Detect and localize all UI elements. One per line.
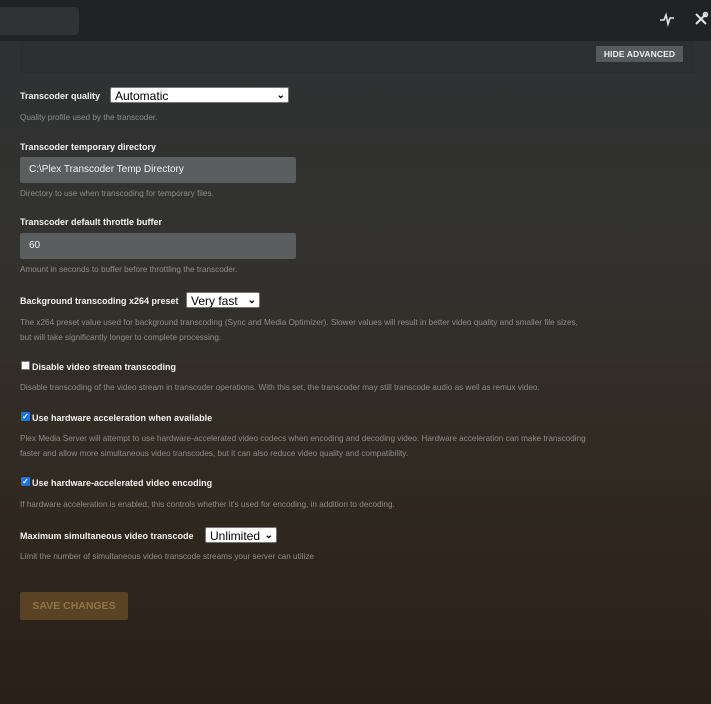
transcoder-quality-help: Quality profile used by the transcoder. (20, 113, 158, 122)
max-transcode-value: Unlimited (210, 529, 261, 543)
search-box[interactable] (0, 7, 79, 35)
temp-directory-input[interactable]: C:\Plex Transcoder Temp Directory (20, 157, 296, 183)
temp-directory-label: Transcoder temporary directory (20, 142, 157, 152)
x264-preset-select[interactable]: Very fast ⌄ (186, 292, 260, 308)
chevron-down-icon: ⌄ (247, 295, 256, 306)
hw-acceleration-label: Use hardware acceleration when available (32, 413, 213, 423)
x264-preset-value: Very fast (191, 294, 238, 308)
save-changes-button[interactable]: SAVE CHANGES (20, 592, 128, 620)
advanced-panel (20, 41, 695, 73)
hw-encoding-label: Use hardware-accelerated video encoding (32, 478, 213, 488)
wrench-screwdriver-icon[interactable] (691, 11, 711, 31)
chevron-down-icon: ⌄ (264, 530, 273, 541)
transcoder-quality-label: Transcoder quality (20, 91, 101, 101)
disable-video-stream-label: Disable video stream transcoding (32, 362, 177, 372)
disable-video-stream-checkbox[interactable] (21, 361, 30, 370)
throttle-buffer-input[interactable]: 60 (20, 233, 296, 259)
x264-preset-help-2: but will take significantly longer to co… (20, 333, 222, 342)
chevron-down-icon: ⌄ (276, 90, 285, 101)
hw-encoding-checkbox[interactable]: ✓ (21, 477, 30, 486)
hw-acceleration-checkbox[interactable]: ✓ (21, 412, 30, 421)
x264-preset-label: Background transcoding x264 preset (20, 296, 179, 306)
hw-acceleration-help-2: faster and allow more simultaneous video… (20, 449, 409, 458)
temp-directory-help: Directory to use when transcoding for te… (20, 189, 214, 198)
checkmark-icon: ✓ (22, 412, 29, 421)
max-transcode-help: Limit the number of simultaneous video t… (20, 552, 314, 561)
max-transcode-select[interactable]: Unlimited ⌄ (205, 527, 277, 543)
transcoder-quality-value: Automatic (115, 89, 169, 103)
activity-icon[interactable] (657, 11, 677, 31)
max-transcode-label: Maximum simultaneous video transcode (20, 531, 194, 541)
hw-encoding-help: If hardware acceleration is enabled, thi… (20, 500, 395, 509)
checkmark-icon: ✓ (22, 477, 29, 486)
throttle-buffer-help: Amount in seconds to buffer before throt… (20, 265, 238, 274)
top-bar (0, 0, 711, 41)
disable-video-stream-help: Disable transcoding of the video stream … (20, 383, 540, 392)
transcoder-quality-select[interactable]: Automatic ⌄ (110, 87, 289, 103)
throttle-buffer-label: Transcoder default throttle buffer (20, 217, 163, 227)
hide-advanced-button[interactable]: HIDE ADVANCED (596, 46, 683, 62)
